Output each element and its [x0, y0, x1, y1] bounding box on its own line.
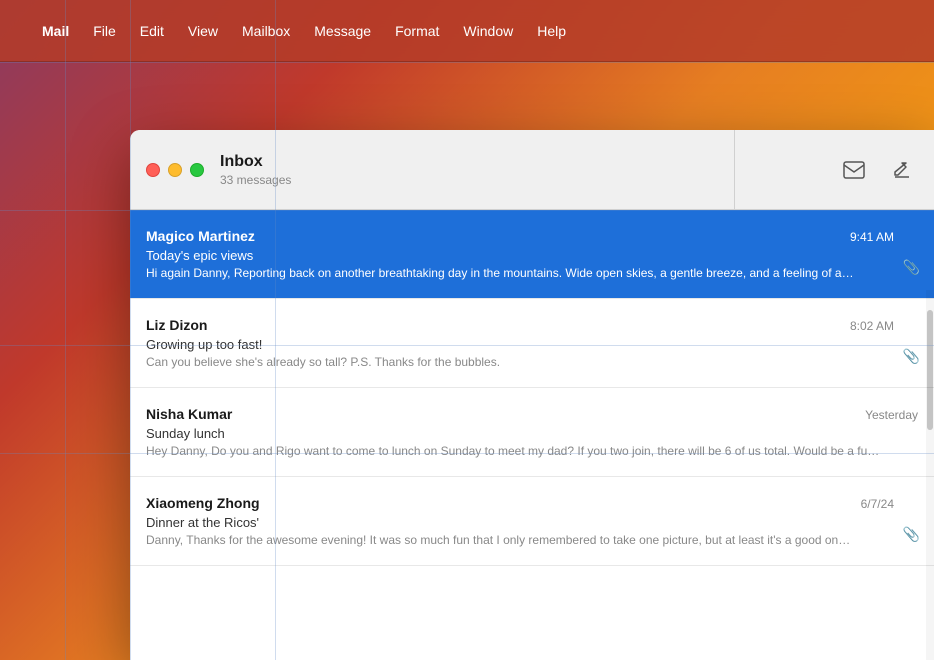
- reading-pane-header: [734, 130, 934, 210]
- attachment-icon: 📎: [903, 259, 920, 276]
- traffic-lights: [146, 163, 204, 177]
- message-item[interactable]: Xiaomeng Zhong 6/7/24 Dinner at the Rico…: [130, 477, 934, 566]
- menubar-mailbox[interactable]: Mailbox: [232, 19, 300, 43]
- message-preview: Hey Danny, Do you and Rigo want to come …: [146, 444, 879, 458]
- message-subject: Sunday lunch: [146, 426, 918, 441]
- message-list: Magico Martinez 9:41 AM Today's epic vie…: [130, 210, 934, 660]
- message-time: 9:41 AM: [850, 230, 894, 244]
- menubar: Mail File Edit View Mailbox Message Form…: [0, 0, 934, 62]
- message-sender: Xiaomeng Zhong: [146, 495, 260, 511]
- close-button[interactable]: [146, 163, 160, 177]
- maximize-button[interactable]: [190, 163, 204, 177]
- envelope-button[interactable]: [838, 154, 870, 186]
- message-header: Liz Dizon 8:02 AM: [146, 317, 894, 333]
- message-header: Nisha Kumar Yesterday: [146, 406, 918, 422]
- message-preview: Danny, Thanks for the awesome evening! I…: [146, 533, 857, 547]
- menubar-format[interactable]: Format: [385, 19, 449, 43]
- message-subject: Dinner at the Ricos': [146, 515, 894, 530]
- menubar-window[interactable]: Window: [453, 19, 523, 43]
- message-header: Xiaomeng Zhong 6/7/24: [146, 495, 894, 511]
- scrollbar[interactable]: [926, 290, 934, 660]
- minimize-button[interactable]: [168, 163, 182, 177]
- scrollbar-thumb[interactable]: [927, 310, 933, 430]
- message-time: 6/7/24: [861, 497, 894, 511]
- menubar-file[interactable]: File: [83, 19, 126, 43]
- menubar-help[interactable]: Help: [527, 19, 576, 43]
- message-sender: Liz Dizon: [146, 317, 207, 333]
- message-preview: Can you believe she's already so tall? P…: [146, 355, 857, 369]
- message-item[interactable]: Magico Martinez 9:41 AM Today's epic vie…: [130, 210, 934, 299]
- message-time: 8:02 AM: [850, 319, 894, 333]
- message-header: Magico Martinez 9:41 AM: [146, 228, 894, 244]
- compose-button[interactable]: [886, 154, 918, 186]
- message-subject: Today's epic views: [146, 248, 894, 263]
- message-item[interactable]: Liz Dizon 8:02 AM Growing up too fast! C…: [130, 299, 934, 388]
- attachment-icon: 📎: [903, 526, 920, 543]
- message-item[interactable]: Nisha Kumar Yesterday Sunday lunch Hey D…: [130, 388, 934, 477]
- message-sender: Nisha Kumar: [146, 406, 232, 422]
- message-sender: Magico Martinez: [146, 228, 255, 244]
- message-preview: Hi again Danny, Reporting back on anothe…: [146, 266, 857, 280]
- menubar-edit[interactable]: Edit: [130, 19, 174, 43]
- message-time: Yesterday: [865, 408, 918, 422]
- menubar-view[interactable]: View: [178, 19, 228, 43]
- attachment-icon: 📎: [903, 348, 920, 365]
- message-subject: Growing up too fast!: [146, 337, 894, 352]
- menubar-message[interactable]: Message: [304, 19, 381, 43]
- apple-menu[interactable]: [12, 27, 28, 35]
- menubar-mail[interactable]: Mail: [32, 19, 79, 43]
